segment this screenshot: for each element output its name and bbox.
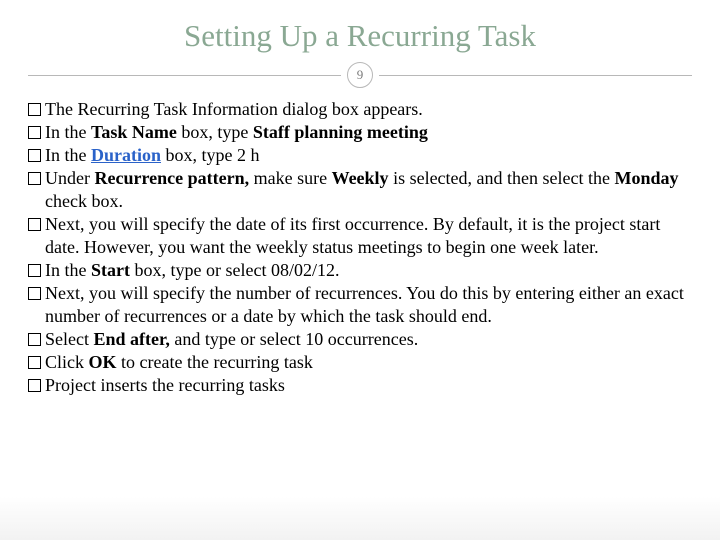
- checkbox-bullet-icon: [28, 264, 41, 277]
- list-item-text: The Recurring Task Information dialog bo…: [45, 98, 692, 121]
- list-item: In the Start box, type or select 08/02/1…: [28, 259, 692, 282]
- list-item-text: Click OK to create the recurring task: [45, 351, 692, 374]
- text: make sure: [249, 168, 331, 188]
- list-item-text: Next, you will specify the date of its f…: [45, 213, 692, 259]
- content-list: The Recurring Task Information dialog bo…: [28, 98, 692, 397]
- list-item: Select End after, and type or select 10 …: [28, 328, 692, 351]
- divider-line-left: [28, 75, 341, 76]
- list-item: Under Recurrence pattern, make sure Week…: [28, 167, 692, 213]
- checkbox-bullet-icon: [28, 287, 41, 300]
- text-bold: Task Name: [91, 122, 177, 142]
- checkbox-bullet-icon: [28, 218, 41, 231]
- checkbox-bullet-icon: [28, 103, 41, 116]
- text: Next, you will specify the number of rec…: [45, 283, 684, 326]
- text-bold: End after,: [93, 329, 169, 349]
- list-item-text: Under Recurrence pattern, make sure Week…: [45, 167, 692, 213]
- text: Next, you will specify the date of its f…: [45, 214, 660, 257]
- slide: Setting Up a Recurring Task 9 The Recurr…: [0, 0, 720, 540]
- list-item: The Recurring Task Information dialog bo…: [28, 98, 692, 121]
- page-title: Setting Up a Recurring Task: [28, 18, 692, 54]
- text: box, type or select 08/02/12.: [130, 260, 339, 280]
- list-item-text: In the Duration box, type 2 h: [45, 144, 692, 167]
- text: The Recurring Task Information dialog bo…: [45, 99, 423, 119]
- page-number-badge: 9: [347, 62, 373, 88]
- list-item: Next, you will specify the date of its f…: [28, 213, 692, 259]
- list-item-text: Next, you will specify the number of rec…: [45, 282, 692, 328]
- list-item: Next, you will specify the number of rec…: [28, 282, 692, 328]
- text: Under: [45, 168, 94, 188]
- divider-line-right: [379, 75, 692, 76]
- title-divider: 9: [28, 62, 692, 88]
- text-bold: Recurrence pattern,: [94, 168, 249, 188]
- checkbox-bullet-icon: [28, 172, 41, 185]
- text: In the: [45, 122, 91, 142]
- list-item-text: Select End after, and type or select 10 …: [45, 328, 692, 351]
- list-item-text: Project inserts the recurring tasks: [45, 374, 692, 397]
- text: to create the recurring task: [117, 352, 313, 372]
- text: box, type 2 h: [161, 145, 260, 165]
- text-bold: OK: [89, 352, 117, 372]
- checkbox-bullet-icon: [28, 149, 41, 162]
- text: In the: [45, 260, 91, 280]
- checkbox-bullet-icon: [28, 379, 41, 392]
- list-item-text: In the Task Name box, type Staff plannin…: [45, 121, 692, 144]
- text: is selected, and then select the: [389, 168, 615, 188]
- text: Project inserts the recurring tasks: [45, 375, 285, 395]
- checkbox-bullet-icon: [28, 333, 41, 346]
- text: check box.: [45, 191, 123, 211]
- text: Click: [45, 352, 89, 372]
- list-item: Project inserts the recurring tasks: [28, 374, 692, 397]
- link[interactable]: Duration: [91, 145, 161, 165]
- text: In the: [45, 145, 91, 165]
- list-item: In the Task Name box, type Staff plannin…: [28, 121, 692, 144]
- checkbox-bullet-icon: [28, 356, 41, 369]
- text-bold: Staff planning meeting: [253, 122, 428, 142]
- text: Select: [45, 329, 93, 349]
- list-item: In the Duration box, type 2 h: [28, 144, 692, 167]
- list-item-text: In the Start box, type or select 08/02/1…: [45, 259, 692, 282]
- text-bold: Monday: [614, 168, 678, 188]
- checkbox-bullet-icon: [28, 126, 41, 139]
- list-item: Click OK to create the recurring task: [28, 351, 692, 374]
- text-bold: Weekly: [332, 168, 389, 188]
- text: box, type: [177, 122, 253, 142]
- text-bold: Start: [91, 260, 130, 280]
- text: and type or select 10 occurrences.: [170, 329, 418, 349]
